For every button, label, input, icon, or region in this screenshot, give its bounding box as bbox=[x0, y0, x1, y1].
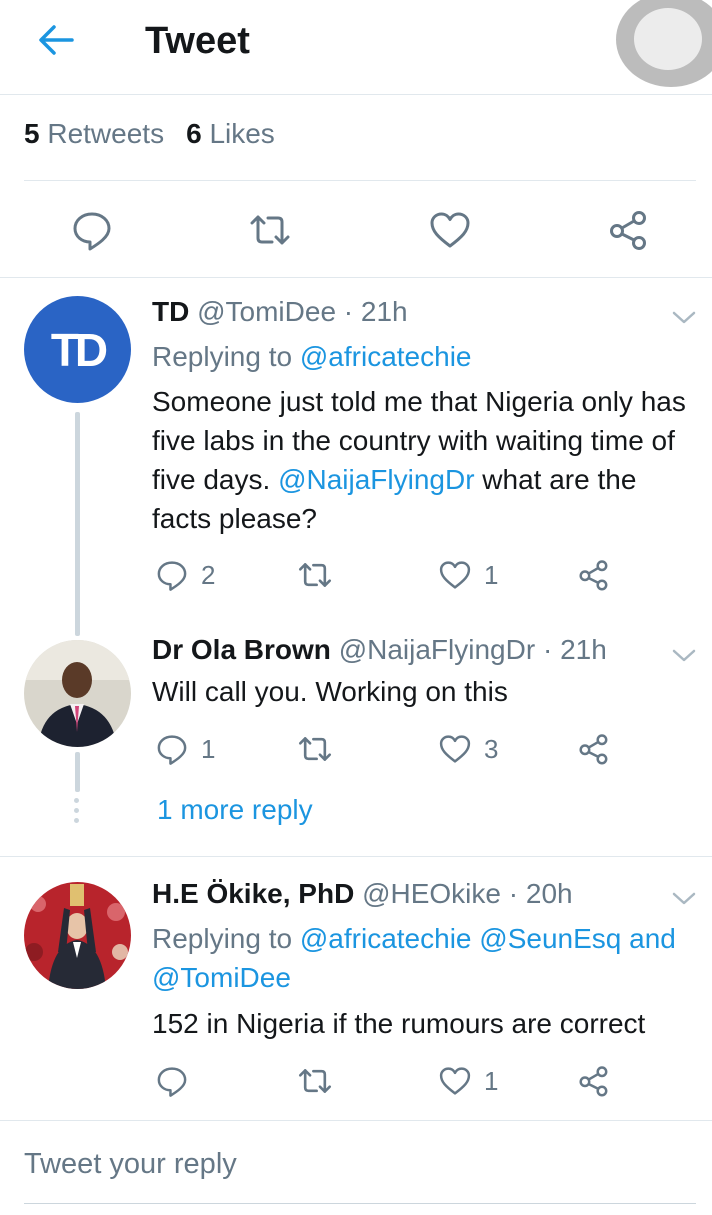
reply-icon bbox=[73, 212, 111, 251]
reply-input[interactable]: Tweet your reply bbox=[24, 1148, 696, 1204]
replying-to: Replying to @africatechie @SeunEsq and @… bbox=[152, 923, 676, 993]
heart-icon bbox=[439, 561, 471, 589]
retweet-button[interactable] bbox=[297, 1059, 333, 1103]
mention-link[interactable]: @SeunEsq bbox=[479, 923, 621, 954]
reply-icon bbox=[157, 735, 187, 765]
author-handle: @HEOkike bbox=[362, 878, 501, 909]
share-icon bbox=[579, 1066, 608, 1097]
mention-link[interactable]: @africatechie bbox=[300, 923, 472, 954]
author-name[interactable]: TD bbox=[152, 296, 189, 327]
avatar[interactable] bbox=[24, 640, 131, 747]
divider bbox=[0, 856, 712, 857]
avatar[interactable]: TD bbox=[24, 296, 131, 403]
tweet-actions: 1 3 bbox=[152, 727, 632, 771]
tweet-actions: 2 1 bbox=[152, 553, 632, 597]
mention-link[interactable]: @NaijaFlyingDr bbox=[278, 464, 474, 495]
chevron-down-icon[interactable] bbox=[670, 889, 698, 909]
reply-count: 1 bbox=[201, 733, 216, 764]
retweets-stat[interactable]: 5 Retweets bbox=[24, 118, 164, 149]
reply-button[interactable]: 1 bbox=[155, 727, 215, 771]
tweet-time: 21h bbox=[560, 634, 607, 665]
retweet-button[interactable] bbox=[297, 553, 333, 597]
avatar[interactable] bbox=[24, 882, 131, 989]
author-handle: @NaijaFlyingDr bbox=[338, 634, 536, 665]
author-handle: @TomiDee bbox=[197, 296, 337, 327]
retweet-button[interactable] bbox=[248, 208, 292, 252]
retweet-button[interactable] bbox=[297, 727, 333, 771]
divider bbox=[24, 180, 696, 181]
reply-icon bbox=[157, 561, 187, 591]
chevron-down-icon[interactable] bbox=[670, 646, 698, 666]
reply-button[interactable]: 2 bbox=[155, 553, 215, 597]
retweet-icon bbox=[298, 563, 332, 587]
show-more-replies-link[interactable]: 1 more reply bbox=[157, 794, 313, 826]
tweet-stats: 5 Retweets 6 Likes bbox=[24, 118, 275, 150]
like-button[interactable]: 3 bbox=[438, 727, 498, 771]
share-icon bbox=[579, 560, 608, 591]
author-name[interactable]: H.E Ökike, PhD bbox=[152, 878, 354, 909]
share-button[interactable] bbox=[578, 553, 612, 597]
thread-line bbox=[75, 412, 80, 636]
top-bar: Tweet bbox=[0, 0, 712, 95]
floating-action-button[interactable] bbox=[616, 0, 712, 87]
share-button[interactable] bbox=[608, 208, 652, 252]
tweet-action-bar bbox=[0, 200, 712, 260]
heart-icon bbox=[439, 735, 471, 763]
more-replies-dots bbox=[74, 798, 80, 826]
tweet-header: H.E Ökike, PhD @HEOkike · 20h bbox=[152, 878, 573, 909]
share-icon bbox=[579, 734, 608, 765]
likes-stat[interactable]: 6 Likes bbox=[186, 118, 275, 149]
heart-icon bbox=[439, 1067, 471, 1095]
heart-icon bbox=[430, 212, 470, 248]
share-icon bbox=[610, 211, 646, 250]
tweet-text: Someone just told me that Nigeria only h… bbox=[152, 386, 686, 534]
tweet-time: 20h bbox=[525, 878, 573, 909]
tweet-actions: 1 bbox=[152, 1059, 632, 1103]
share-button[interactable] bbox=[578, 727, 612, 771]
tweet-time: 21h bbox=[360, 296, 408, 327]
divider bbox=[0, 277, 712, 278]
like-button[interactable]: 1 bbox=[438, 553, 498, 597]
back-button[interactable] bbox=[36, 22, 76, 58]
retweet-icon bbox=[250, 215, 290, 245]
author-name[interactable]: Dr Ola Brown bbox=[152, 634, 331, 665]
like-button[interactable]: 1 bbox=[438, 1059, 498, 1103]
retweet-icon bbox=[298, 1069, 332, 1093]
thread-line bbox=[75, 752, 80, 792]
reply-icon bbox=[157, 1067, 187, 1097]
like-button[interactable] bbox=[428, 208, 472, 252]
reply-button[interactable] bbox=[70, 208, 114, 252]
reply-count: 2 bbox=[201, 559, 216, 590]
like-count: 3 bbox=[484, 733, 499, 764]
reply-button[interactable] bbox=[155, 1059, 189, 1103]
retweet-icon bbox=[298, 737, 332, 761]
like-count: 1 bbox=[484, 1065, 499, 1096]
like-count: 1 bbox=[484, 559, 499, 590]
tweet-header: Dr Ola Brown @NaijaFlyingDr · 21h bbox=[152, 634, 607, 665]
divider bbox=[0, 1120, 712, 1121]
tweet-header: TD @TomiDee · 21h bbox=[152, 296, 408, 327]
chevron-down-icon[interactable] bbox=[670, 308, 698, 328]
replying-to: Replying to @africatechie bbox=[152, 341, 472, 372]
share-button[interactable] bbox=[578, 1059, 612, 1103]
page-title: Tweet bbox=[145, 20, 250, 62]
tweet-text: 152 in Nigeria if the rumours are correc… bbox=[152, 1008, 646, 1039]
mention-link[interactable]: @TomiDee bbox=[152, 962, 291, 993]
mention-link[interactable]: @africatechie bbox=[300, 341, 472, 372]
tweet-text: Will call you. Working on this bbox=[152, 676, 508, 707]
arrow-left-icon bbox=[39, 25, 74, 55]
